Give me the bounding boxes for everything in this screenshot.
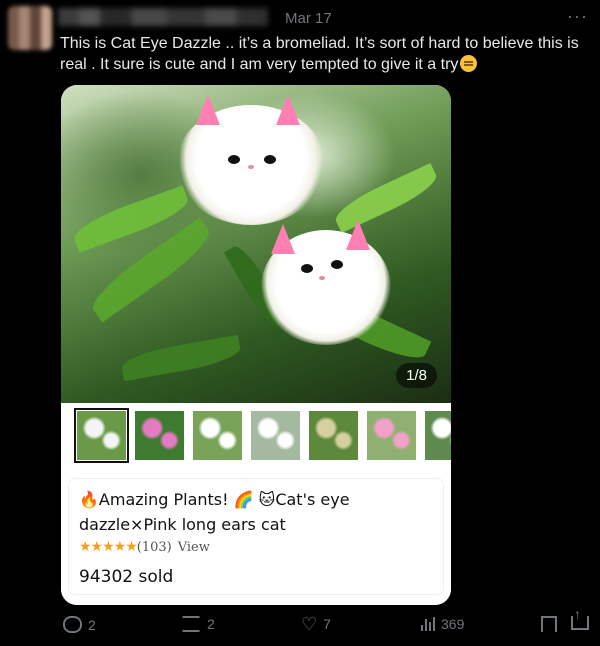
thumb-7[interactable] bbox=[425, 411, 451, 460]
cat-eye bbox=[301, 264, 313, 273]
sold-count: 94302 sold bbox=[79, 567, 174, 587]
cat-nose bbox=[319, 276, 325, 280]
heart-icon: ♡ bbox=[301, 614, 318, 634]
thumb-1[interactable] bbox=[74, 408, 129, 463]
retweet-icon bbox=[181, 616, 201, 632]
product-info-box: 🔥Amazing Plants! 🌈 🐱Cat's eye dazzle×Pin… bbox=[69, 479, 443, 594]
cat-ear bbox=[346, 220, 370, 250]
views-count: 369 bbox=[441, 616, 465, 632]
cat-ear bbox=[271, 224, 295, 254]
fluffy-flower-cat-1 bbox=[176, 95, 326, 225]
tweet-text-body: This is Cat Eye Dazzle .. it’s a bromeli… bbox=[60, 35, 579, 73]
product-card[interactable]: 1/8 🔥Amazing Plants! 🌈 🐱Cat's eye dazzle… bbox=[61, 85, 451, 605]
thumbnail-strip bbox=[61, 403, 451, 467]
like-count: 7 bbox=[323, 616, 331, 632]
thumb-6[interactable] bbox=[367, 411, 416, 460]
view-link[interactable]: View bbox=[178, 540, 210, 555]
views-icon bbox=[421, 617, 435, 631]
fluffy-flower-cat-2 bbox=[261, 220, 391, 345]
review-count: (103) bbox=[136, 540, 172, 555]
reply-button[interactable]: 2 bbox=[63, 616, 96, 633]
cat-eye bbox=[264, 155, 276, 164]
bookmark-icon bbox=[541, 616, 557, 634]
leaf bbox=[119, 334, 243, 382]
thumb-5[interactable] bbox=[309, 411, 358, 460]
cat-eye bbox=[331, 260, 343, 269]
product-image[interactable]: 1/8 bbox=[61, 85, 451, 403]
image-counter: 1/8 bbox=[396, 363, 437, 388]
cat-nose bbox=[248, 165, 254, 169]
reply-count: 2 bbox=[88, 616, 96, 633]
rating-row: ★★★★★(103) View bbox=[79, 539, 210, 555]
thinking-face-emoji bbox=[460, 55, 478, 72]
reply-icon bbox=[63, 616, 82, 633]
thumb-4[interactable] bbox=[251, 411, 300, 460]
share-button[interactable] bbox=[571, 606, 589, 630]
cat-eye bbox=[228, 155, 240, 164]
thumb-2[interactable] bbox=[135, 411, 184, 460]
author-name-blurred[interactable] bbox=[58, 8, 268, 26]
thumb-3[interactable] bbox=[193, 411, 242, 460]
retweet-button[interactable]: 2 bbox=[181, 616, 215, 632]
cat-ear bbox=[276, 95, 300, 125]
tweet-text: This is Cat Eye Dazzle .. it’s a bromeli… bbox=[60, 33, 580, 75]
bookmark-button[interactable] bbox=[541, 616, 557, 634]
tweet-date[interactable]: Mar 17 bbox=[285, 10, 332, 27]
more-options-icon[interactable]: ··· bbox=[567, 6, 588, 27]
cat-ear bbox=[196, 95, 220, 125]
avatar[interactable] bbox=[8, 6, 52, 50]
product-title[interactable]: 🔥Amazing Plants! 🌈 🐱Cat's eye dazzle×Pin… bbox=[79, 487, 439, 537]
share-icon bbox=[571, 606, 589, 630]
product-info: 🔥Amazing Plants! 🌈 🐱Cat's eye dazzle×Pin… bbox=[61, 467, 451, 605]
rating-stars: ★★★★★ bbox=[79, 539, 138, 555]
action-bar: 2 2 ♡ 7 369 bbox=[0, 606, 600, 640]
views-button[interactable]: 369 bbox=[421, 616, 464, 632]
like-button[interactable]: ♡ 7 bbox=[301, 614, 331, 634]
retweet-count: 2 bbox=[207, 616, 215, 632]
